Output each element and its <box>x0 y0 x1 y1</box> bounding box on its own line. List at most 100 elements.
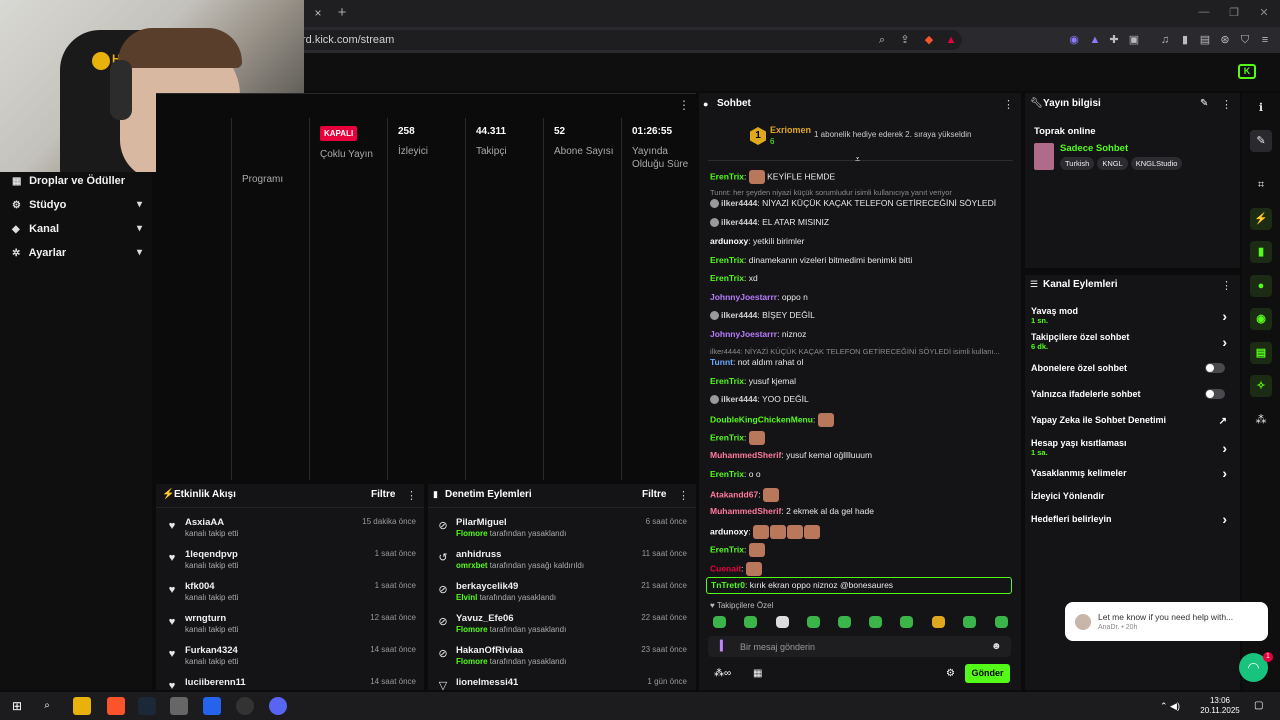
row-username[interactable]: berkaycelik49 <box>456 581 518 592</box>
moderation-filter-button[interactable]: Filtre <box>642 489 666 500</box>
leader-name[interactable]: Exriomen <box>770 125 811 135</box>
chat-username[interactable]: ErenTrix <box>710 171 744 181</box>
chat-input-placeholder[interactable]: Bir mesaj gönderin <box>740 642 815 652</box>
chat-username[interactable]: ilker4444 <box>721 394 757 404</box>
tag-pill[interactable]: KNGL <box>1097 157 1128 170</box>
sidebar-icon[interactable]: ▮ <box>1177 32 1193 48</box>
channel-action-item[interactable]: Hedefleri belirleyin › <box>1031 511 1231 527</box>
windows-start-icon[interactable]: ⊞ <box>8 697 26 715</box>
chat-username[interactable]: Tunnt <box>710 357 733 367</box>
mic-icon[interactable]: ▍ <box>720 641 728 652</box>
media-icon[interactable]: ♫ <box>1157 32 1173 48</box>
row-username[interactable]: anhidruss <box>456 549 501 560</box>
edit-icon[interactable]: ✎ <box>1200 98 1208 109</box>
channel-action-item[interactable]: Abonelere özel sohbet <box>1031 363 1231 373</box>
chat-username[interactable]: ErenTrix <box>710 376 744 386</box>
emote-button[interactable] <box>776 616 789 628</box>
row-username[interactable]: kfk004 <box>185 581 215 592</box>
more-options-icon[interactable]: ⋮ <box>678 489 689 502</box>
reply-context[interactable]: Tunnt: her şeyden niyazi küçük sorumludu… <box>710 188 952 197</box>
tag-pill[interactable]: KNGLStudio <box>1130 157 1183 170</box>
wrench-icon[interactable]: ✧ <box>1250 375 1272 397</box>
chat-username[interactable]: JohnnyJoestarrr <box>710 329 777 339</box>
row-username[interactable]: lionelmessi41 <box>456 677 518 688</box>
emote-button[interactable] <box>744 616 757 628</box>
app-icon[interactable] <box>170 697 188 715</box>
extension-icon[interactable]: ◉ <box>1066 32 1082 48</box>
channel-action-item[interactable]: Hesap yaşı kısıtlaması 1 sa. › <box>1031 438 1231 457</box>
chat-bubble-icon[interactable]: ● <box>1250 275 1272 297</box>
reply-context[interactable]: ilker4444: NİYAZİ KÜÇÜK KAÇAK TELEFON GE… <box>710 347 1000 356</box>
add-widget-icon[interactable]: ⁂ <box>1250 409 1272 431</box>
brave-browser-icon[interactable] <box>107 697 125 715</box>
chat-username[interactable]: ErenTrix <box>710 255 744 265</box>
chat-username[interactable]: ardunoxy <box>710 236 748 246</box>
channel-action-item[interactable]: İzleyici Yönlendir <box>1031 491 1231 501</box>
moderator-name[interactable]: Flomore <box>456 529 488 538</box>
system-tray-icons[interactable]: ⌃ ◀) <box>1160 701 1180 712</box>
crop-icon[interactable]: ⌗ <box>1250 174 1272 196</box>
file-explorer-icon[interactable] <box>73 697 91 715</box>
chat-username[interactable]: Cuenait <box>710 563 741 573</box>
chat-username[interactable]: ilker4444 <box>721 198 757 208</box>
chat-username[interactable]: Atakandd67 <box>710 489 758 499</box>
sidebar-item-channel[interactable]: ◆ Kanal ▾ <box>12 223 142 239</box>
row-username[interactable]: Furkan4324 <box>185 645 238 656</box>
chat-username[interactable]: JohnnyJoestarrr <box>710 292 777 302</box>
chat-username[interactable]: ErenTrix <box>710 432 744 442</box>
close-icon[interactable]: ✕ <box>1256 6 1272 20</box>
broadcast-icon[interactable]: ◉ <box>1250 308 1272 330</box>
tag-pill[interactable]: Turkish <box>1060 157 1095 170</box>
more-options-icon[interactable]: ⋮ <box>678 98 690 112</box>
sidebar-item-drops[interactable]: ▦ Droplar ve Ödüller <box>12 175 142 191</box>
row-username[interactable]: PilarMiguel <box>456 517 507 528</box>
chat-settings-icon[interactable]: ⚙ <box>946 668 955 679</box>
chat-username[interactable]: MuhammedSherif <box>710 506 781 516</box>
channel-action-item[interactable]: Takipçilere özel sohbet 6 dk. › <box>1031 332 1231 351</box>
more-options-icon[interactable]: ⋮ <box>406 489 417 502</box>
zoom-icon[interactable]: ⌕ <box>874 32 890 48</box>
emote-button[interactable] <box>932 616 945 628</box>
more-options-icon[interactable]: ⋮ <box>1221 279 1232 292</box>
obs-icon[interactable] <box>236 697 254 715</box>
log-icon[interactable]: ▮ <box>1250 241 1272 263</box>
screenshot-icon[interactable]: ▣ <box>1126 32 1142 48</box>
row-username[interactable]: luciiberenn11 <box>185 677 246 688</box>
chat-username[interactable]: TnTretr0 <box>711 580 745 590</box>
chat-username[interactable]: ardunoxy <box>710 526 748 536</box>
new-tab-button[interactable]: + <box>334 4 350 22</box>
steam-icon[interactable] <box>138 697 156 715</box>
row-username[interactable]: wrngturn <box>185 613 226 624</box>
kick-logo[interactable]: K <box>1238 64 1256 79</box>
moderator-name[interactable]: Elvinl <box>456 593 477 602</box>
sidebar-item-settings[interactable]: ✲ Ayarlar ▾ <box>12 247 142 263</box>
app-icon[interactable] <box>203 697 221 715</box>
maximize-icon[interactable]: ❐ <box>1226 6 1242 20</box>
emote-button[interactable] <box>995 616 1008 628</box>
send-button[interactable]: Gönder <box>965 664 1010 683</box>
moderator-name[interactable]: omrxbet <box>456 561 488 570</box>
lightning-icon[interactable]: ⚡ <box>1250 208 1272 230</box>
browser-menu-icon[interactable]: ≡ <box>1257 32 1273 48</box>
share-icon[interactable]: ⇪ <box>897 32 913 48</box>
channel-action-item[interactable]: Yalnızca ifadelerle sohbet <box>1031 389 1231 399</box>
category-name[interactable]: Sadece Sohbet <box>1060 143 1128 154</box>
notification-icon[interactable]: ▢ <box>1254 700 1263 711</box>
emote-button[interactable] <box>838 616 851 628</box>
tab-close-button[interactable]: × <box>310 5 326 21</box>
row-username[interactable]: 1leqendpvp <box>185 549 238 560</box>
toggle-switch[interactable] <box>1205 389 1225 399</box>
channel-action-item[interactable]: Yavaş mod 1 sn. › <box>1031 306 1231 325</box>
emoji-icon[interactable]: ☻ <box>991 641 1002 652</box>
wallet-extension-icon[interactable]: ▲ <box>1087 32 1103 48</box>
chat-username[interactable]: ilker4444 <box>721 217 757 227</box>
discord-icon[interactable] <box>269 697 287 715</box>
row-username[interactable]: AsxiaAA <box>185 517 224 528</box>
more-options-icon[interactable]: ⋮ <box>1221 98 1232 111</box>
wallet-icon[interactable]: ▤ <box>1197 32 1213 48</box>
shield-icon[interactable]: ⛉ <box>1237 32 1253 48</box>
chat-username[interactable]: DoubleKingChickenMenu <box>710 414 813 424</box>
emote-button[interactable] <box>869 616 882 628</box>
row-username[interactable]: HakanOfRiviaa <box>456 645 523 656</box>
sidebar-item-studio[interactable]: ⚙ Stüdyo ▾ <box>12 199 142 215</box>
